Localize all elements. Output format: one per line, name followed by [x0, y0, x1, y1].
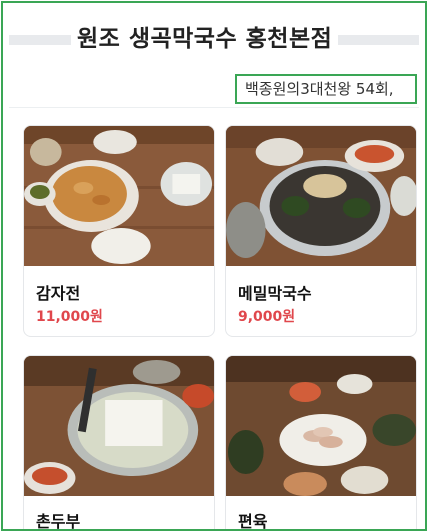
menu-card-potato-pancake[interactable]: 감자전 11,000원 — [23, 125, 215, 337]
divider — [9, 107, 419, 108]
menu-card-tofu[interactable]: 촌두부 — [23, 355, 215, 531]
tofu-photo — [24, 356, 214, 496]
menu-name: 편육 — [238, 512, 268, 531]
tag-highlight[interactable]: 백종원의3대천왕 54회, — [235, 74, 417, 104]
buckwheat-noodles-photo — [226, 126, 416, 266]
menu-card-buckwheat-noodles[interactable]: 메밀막국수 9,000원 — [225, 125, 417, 337]
title-row: 원조 생곡막국수 홍천본점 — [3, 23, 425, 55]
menu-card-boiled-pork[interactable]: 편육 — [225, 355, 417, 531]
boiled-pork-photo — [226, 356, 416, 496]
page-title: 원조 생곡막국수 홍천본점 — [71, 23, 339, 55]
menu-name: 촌두부 — [36, 512, 81, 531]
potato-pancake-photo — [24, 126, 214, 266]
page-frame: 원조 생곡막국수 홍천본점 백종원의3대천왕 54회, 감자전 11,000원 … — [1, 1, 427, 531]
menu-price: 9,000원 — [238, 309, 296, 325]
menu-price: 11,000원 — [36, 309, 103, 325]
menu-name: 감자전 — [36, 284, 81, 303]
menu-name: 메밀막국수 — [238, 284, 312, 303]
tag-text: 백종원의3대천왕 54회, — [245, 80, 394, 98]
